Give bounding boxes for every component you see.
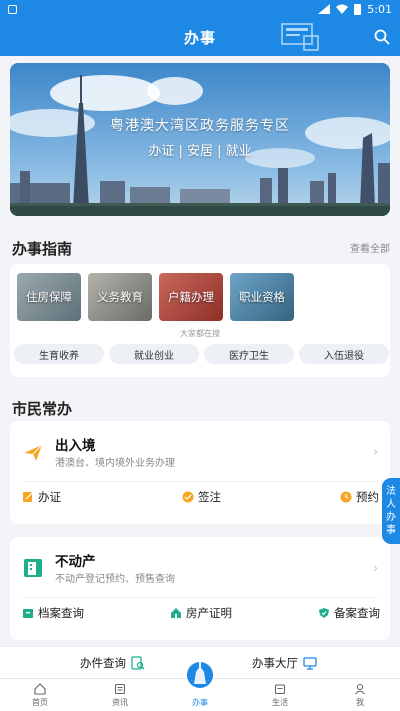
action-archive-query[interactable]: 档案查询 — [22, 605, 84, 621]
entry-exit-desc: 港澳台、境内境外业务办理 — [55, 458, 175, 469]
service-hall-button[interactable]: 办事大厅 — [252, 655, 317, 671]
search-icon[interactable] — [374, 29, 390, 45]
real-estate-actions: 档案查询 房产证明 备案查询 — [10, 605, 390, 631]
entry-exit-card: 出入境 港澳台、境内境外业务办理 › 办证 签注 预约 — [10, 421, 390, 524]
case-query-button[interactable]: 办件查询 — [80, 655, 145, 671]
tag-pill[interactable]: 生育收养 — [14, 344, 104, 364]
banner-subtitle: 办证 | 安居 | 就业 — [148, 144, 252, 159]
entry-exit-header[interactable]: 出入境 港澳台、境内境外业务办理 › — [10, 421, 390, 481]
tab-label: 生活 — [272, 698, 288, 707]
legal-person-tab[interactable]: 法 人 办 事 — [382, 478, 400, 544]
real-estate-desc: 不动产登记预约、预售查询 — [55, 574, 175, 585]
shield-icon — [319, 608, 329, 618]
title-bar: 办事 — [0, 18, 400, 56]
popular-search-hint: 大家都在搜 — [180, 329, 220, 338]
action-label: 档案查询 — [38, 606, 84, 620]
entry-exit-actions: 办证 签注 预约 — [10, 489, 390, 515]
tag-pill[interactable]: 医疗卫生 — [204, 344, 294, 364]
guide-tile-label: 职业资格 — [239, 290, 285, 304]
side-tab-char: 办 — [386, 512, 396, 523]
tab-label: 办事 — [192, 698, 208, 707]
tab-life[interactable]: 生活 — [255, 683, 305, 708]
side-tab-char: 法 — [386, 486, 396, 497]
quick-label: 办事大厅 — [252, 656, 298, 670]
archive-icon — [23, 609, 33, 618]
chevron-right-icon: › — [373, 445, 378, 459]
real-estate-card: 不动产 不动产登记预约、预售查询 › 档案查询 房产证明 备案查询 — [10, 537, 390, 640]
building-icon — [24, 559, 42, 577]
guide-section-title: 办事指南 — [12, 240, 73, 258]
guide-view-all-link[interactable]: 查看全部 — [350, 240, 390, 255]
status-time: 5:01 — [367, 2, 392, 16]
action-label: 预约 — [356, 490, 379, 504]
stamp-icon — [182, 491, 194, 503]
real-estate-header[interactable]: 不动产 不动产登记预约、预售查询 › — [10, 537, 390, 597]
airplane-icon — [24, 444, 43, 461]
action-label: 备案查询 — [334, 606, 380, 620]
action-property-proof[interactable]: 房产证明 — [170, 605, 232, 621]
tag-pill[interactable]: 就业创业 — [109, 344, 199, 364]
side-tab-char: 事 — [386, 525, 396, 536]
action-label: 办证 — [38, 490, 61, 504]
real-estate-name: 不动产 — [55, 554, 96, 570]
promo-banner[interactable]: 粤港澳大湾区政务服务专区 办证 | 安居 | 就业 — [10, 63, 390, 216]
tab-label: 我 — [356, 698, 364, 707]
tab-label: 首页 — [32, 698, 48, 707]
notification-icon — [8, 4, 17, 14]
tag-pill[interactable]: 入伍退役 — [299, 344, 389, 364]
page-title: 办事 — [183, 28, 216, 47]
tab-news[interactable]: 资讯 — [95, 683, 145, 708]
guide-tile-qualification[interactable]: 职业资格 — [230, 273, 294, 321]
citizen-section-title: 市民常办 — [12, 400, 73, 418]
action-label: 签注 — [198, 490, 221, 504]
tab-services[interactable]: 办事 — [175, 697, 225, 708]
action-endorsement[interactable]: 签注 — [182, 489, 221, 505]
divider — [22, 597, 378, 598]
popular-tags: 生育收养 就业创业 医疗卫生 入伍退役 — [14, 344, 389, 364]
monitor-icon — [303, 657, 317, 670]
signal-icon — [318, 4, 331, 14]
wifi-icon — [336, 4, 349, 14]
entry-exit-name: 出入境 — [55, 438, 96, 454]
guide-tile-household[interactable]: 户籍办理 — [159, 273, 223, 321]
action-label: 房产证明 — [186, 606, 232, 620]
quick-label: 办件查询 — [80, 656, 126, 670]
guide-tile-label: 户籍办理 — [168, 290, 214, 304]
action-appointment[interactable]: 预约 — [340, 489, 379, 505]
tab-me[interactable]: 我 — [335, 683, 385, 708]
banner-title: 粤港澳大湾区政务服务专区 — [110, 118, 290, 134]
tab-label: 资讯 — [112, 698, 128, 707]
clock-icon — [340, 491, 352, 503]
chevron-right-icon: › — [373, 561, 378, 575]
document-search-icon — [131, 656, 145, 670]
edit-icon — [23, 492, 33, 502]
action-certificate[interactable]: 办证 — [22, 489, 61, 505]
house-icon — [171, 608, 181, 618]
action-filing-query[interactable]: 备案查询 — [318, 605, 380, 621]
side-tab-char: 人 — [386, 499, 396, 510]
app-header: 5:01 办事 — [0, 0, 400, 56]
status-bar: 5:01 — [0, 0, 400, 18]
divider — [22, 481, 378, 482]
guide-tile-education[interactable]: 义务教育 — [88, 273, 152, 321]
guide-tile-label: 义务教育 — [97, 290, 143, 304]
user-icon — [355, 683, 365, 695]
services-center-icon[interactable] — [186, 658, 214, 692]
guide-card: 住房保障 义务教育 户籍办理 职业资格 大家都在搜 生育收养 就业创业 医疗卫生… — [10, 264, 390, 377]
home-icon — [34, 683, 46, 695]
battery-icon — [354, 3, 362, 15]
guide-tile-housing[interactable]: 住房保障 — [17, 273, 81, 321]
guide-tile-label: 住房保障 — [26, 290, 72, 304]
tab-home[interactable]: 首页 — [15, 683, 65, 708]
life-icon — [274, 684, 286, 695]
news-icon — [114, 683, 126, 695]
guide-tiles: 住房保障 义务教育 户籍办理 职业资格 — [17, 273, 294, 321]
header-decoration-icon — [281, 23, 319, 51]
